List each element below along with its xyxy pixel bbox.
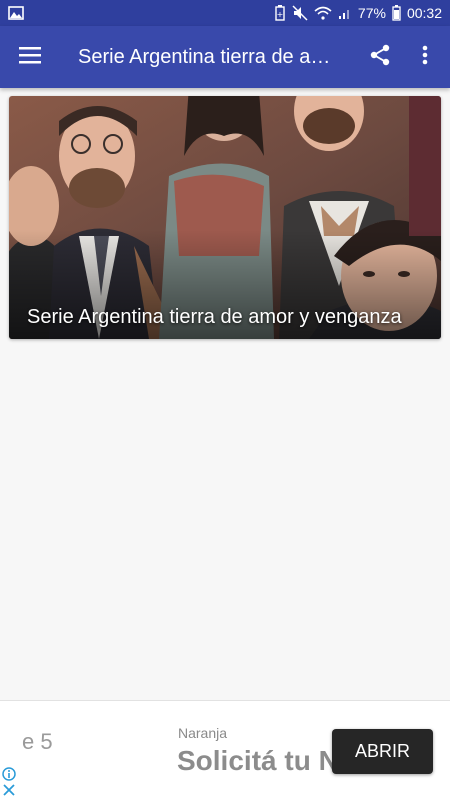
ad-close-icon[interactable] bbox=[2, 783, 16, 800]
more-options-button[interactable] bbox=[405, 26, 445, 88]
ad-advertiser: Naranja bbox=[178, 725, 228, 741]
hamburger-menu-icon bbox=[19, 46, 41, 69]
app-bar: Serie Argentina tierra de amor y venganz… bbox=[0, 26, 450, 88]
ad-banner[interactable]: e 5 Naranja Solicitá tu N ABRIR bbox=[0, 700, 450, 800]
ad-headline: Solicitá tu N bbox=[177, 745, 339, 776]
more-vert-icon bbox=[422, 45, 428, 70]
ad-left-text: e 5 bbox=[22, 729, 53, 754]
page-title: Serie Argentina tierra de amor y venganz… bbox=[78, 45, 340, 68]
clock: 00:32 bbox=[406, 5, 442, 21]
signal-icon bbox=[338, 6, 352, 20]
menu-button[interactable] bbox=[0, 26, 60, 88]
battery-saver-icon: + bbox=[274, 5, 286, 21]
ad-open-button[interactable]: ABRIR bbox=[332, 729, 433, 774]
status-bar: + 77% 00:32 bbox=[0, 0, 450, 26]
card-title: Serie Argentina tierra de amor y venganz… bbox=[27, 306, 402, 328]
share-button[interactable] bbox=[360, 26, 400, 88]
battery-percent: 77% bbox=[357, 5, 386, 21]
battery-icon bbox=[392, 5, 401, 21]
wifi-icon bbox=[314, 6, 332, 20]
share-icon bbox=[369, 44, 391, 71]
series-cover-image bbox=[9, 96, 441, 339]
image-notification-icon bbox=[8, 6, 24, 20]
feed-card[interactable]: Serie Argentina tierra de amor y venganz… bbox=[9, 96, 441, 339]
svg-text:+: + bbox=[277, 10, 284, 19]
mute-icon bbox=[292, 5, 308, 21]
